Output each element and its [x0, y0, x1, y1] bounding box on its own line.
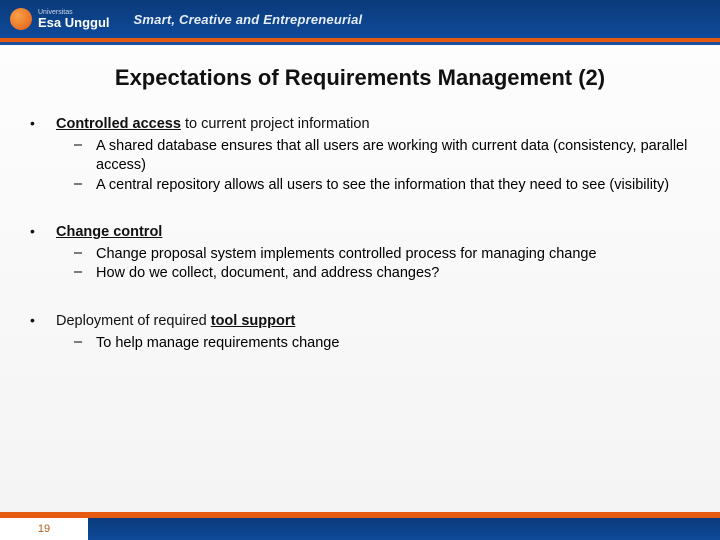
content-area: Expectations of Requirements Management … [0, 45, 720, 512]
logo: Universitas Esa Unggul [10, 8, 110, 30]
header-bar: Universitas Esa Unggul Smart, Creative a… [0, 0, 720, 42]
bullet-list: • Controlled access to current project i… [30, 115, 690, 353]
page-number: 19 [0, 518, 88, 540]
footer-bar: 19 [0, 512, 720, 540]
dash-icon: – [74, 176, 96, 196]
list-item: • Controlled access to current project i… [30, 115, 690, 195]
sub-item: To help manage requirements change [96, 334, 690, 354]
dash-icon: – [74, 334, 96, 354]
sub-item: How do we collect, document, and address… [96, 264, 690, 284]
sub-item: A central repository allows all users to… [96, 176, 690, 196]
dash-icon: – [74, 245, 96, 265]
footer-fill [88, 518, 720, 540]
tagline: Smart, Creative and Entrepreneurial [134, 12, 363, 27]
item-lead: Controlled access to current project inf… [56, 115, 370, 135]
dash-icon: – [74, 264, 96, 284]
slide-title: Expectations of Requirements Management … [30, 65, 690, 91]
dash-icon: – [74, 137, 96, 176]
slide: Universitas Esa Unggul Smart, Creative a… [0, 0, 720, 540]
list-item: • Change control –Change proposal system… [30, 223, 690, 284]
logo-text: Universitas Esa Unggul [38, 9, 110, 29]
sub-item: Change proposal system implements contro… [96, 245, 690, 265]
bullet-icon: • [30, 312, 56, 332]
item-lead: Change control [56, 223, 162, 243]
list-item: • Deployment of required tool support –T… [30, 312, 690, 353]
item-lead: Deployment of required tool support [56, 312, 295, 332]
bullet-icon: • [30, 223, 56, 243]
sub-item: A shared database ensures that all users… [96, 137, 690, 176]
logo-icon [10, 8, 32, 30]
logo-university-name: Esa Unggul [38, 16, 110, 29]
bullet-icon: • [30, 115, 56, 135]
